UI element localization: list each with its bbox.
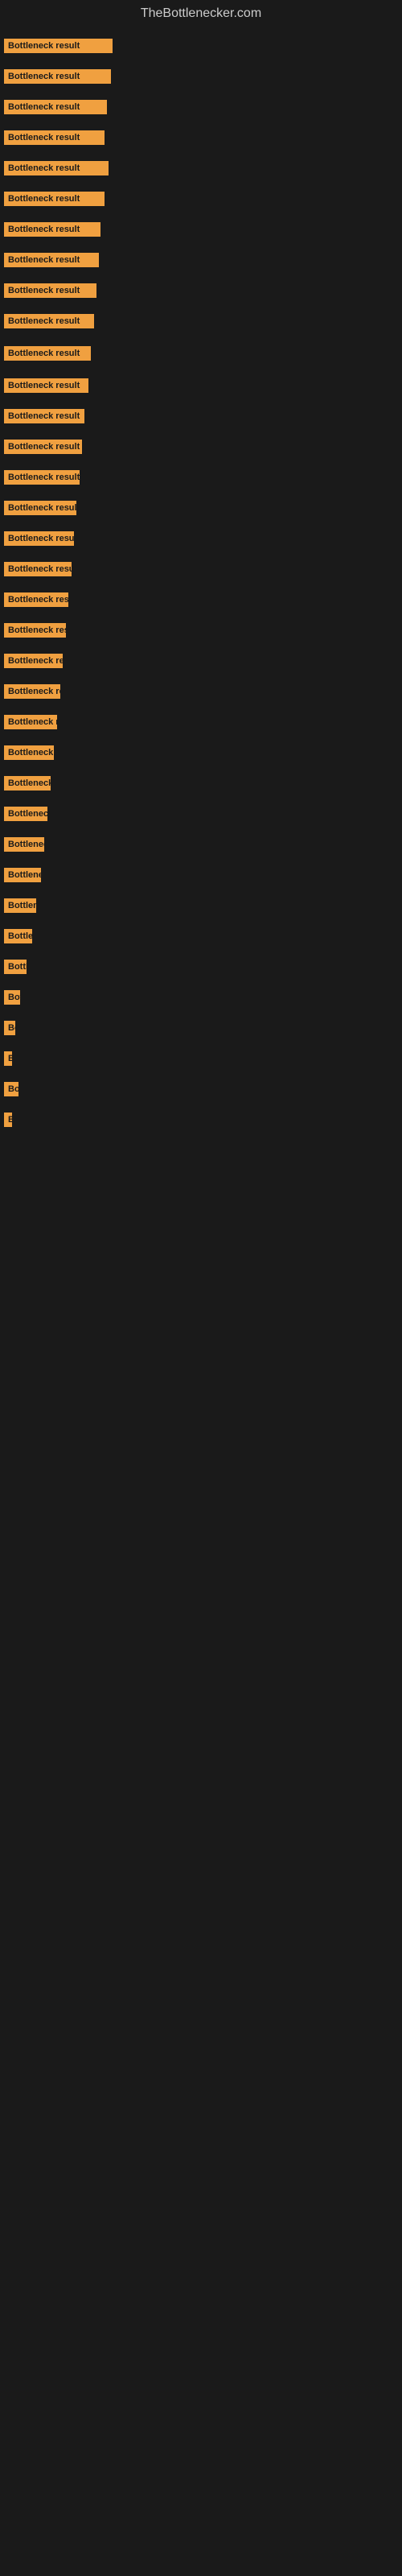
bottleneck-bar: Bottleneck result	[4, 868, 41, 882]
bottleneck-bar: Bottleneck result	[4, 130, 105, 145]
bottleneck-bar: Bottleneck result	[4, 161, 109, 175]
bottleneck-bar: Bottleneck result	[4, 1021, 15, 1035]
bottleneck-bar: Bottleneck result	[4, 837, 44, 852]
bottleneck-label: Bottleneck result	[4, 654, 63, 668]
bottleneck-label: Bottleneck result	[4, 745, 54, 760]
bottleneck-bar: Bottleneck result	[4, 440, 82, 454]
bottleneck-label: Bottleneck result	[4, 39, 113, 53]
bottleneck-label: Bottleneck result	[4, 222, 100, 237]
bottleneck-bar: Bottleneck result	[4, 409, 84, 423]
bottleneck-label: Bottleneck result	[4, 283, 96, 298]
bottleneck-label: Bottleneck result	[4, 929, 32, 943]
bottleneck-label: Bottleneck result	[4, 623, 66, 638]
bottleneck-label: Bottleneck result	[4, 592, 68, 607]
bottleneck-bar: Bottleneck result	[4, 378, 88, 393]
bottleneck-label: Bottleneck result	[4, 776, 51, 791]
bottleneck-bar: Bottleneck result	[4, 623, 66, 638]
bottleneck-label: Bottleneck result	[4, 531, 74, 546]
bottleneck-bar: Bottleneck result	[4, 562, 72, 576]
bottleneck-bar: Bottleneck result	[4, 346, 91, 361]
bottleneck-bar: Bottleneck result	[4, 807, 47, 821]
bottleneck-label: Bottleneck result	[4, 409, 84, 423]
bottleneck-label: Bottleneck result	[4, 1051, 12, 1066]
bottleneck-bar: Bottleneck result	[4, 253, 99, 267]
bottleneck-bar: Bottleneck result	[4, 684, 60, 699]
bottleneck-label: Bottleneck result	[4, 130, 105, 145]
bottleneck-bar: Bottleneck result	[4, 776, 51, 791]
bottleneck-label: Bottleneck result	[4, 69, 111, 84]
bottleneck-bar: Bottleneck result	[4, 100, 107, 114]
bottleneck-bar: Bottleneck result	[4, 69, 111, 84]
bottleneck-label: Bottleneck result	[4, 314, 94, 328]
bottleneck-label: Bottleneck result	[4, 715, 57, 729]
bottleneck-label: Bottleneck result	[4, 161, 109, 175]
bottleneck-bar: Bottleneck result	[4, 501, 76, 515]
bottleneck-bar: Bottleneck result	[4, 1082, 18, 1096]
bottleneck-bar: Bottleneck result	[4, 715, 57, 729]
bottleneck-label: Bottleneck result	[4, 684, 60, 699]
bottleneck-label: Bottleneck result	[4, 1082, 18, 1096]
bottleneck-label: Bottleneck result	[4, 807, 47, 821]
bottleneck-bar: Bottleneck result	[4, 1113, 12, 1127]
bottleneck-bar: Bottleneck result	[4, 283, 96, 298]
bottleneck-label: Bottleneck result	[4, 562, 72, 576]
bottleneck-bar: Bottleneck result	[4, 531, 74, 546]
bottleneck-bar: Bottleneck result	[4, 960, 27, 974]
bottleneck-bar: Bottleneck result	[4, 39, 113, 53]
bottleneck-bar: Bottleneck result	[4, 745, 54, 760]
bottleneck-bar: Bottleneck result	[4, 222, 100, 237]
bottleneck-label: Bottleneck result	[4, 837, 44, 852]
bottleneck-label: Bottleneck result	[4, 898, 36, 913]
bottleneck-label: Bottleneck result	[4, 990, 20, 1005]
bottleneck-label: Bottleneck result	[4, 253, 99, 267]
bottleneck-label: Bottleneck result	[4, 960, 27, 974]
bottleneck-bar: Bottleneck result	[4, 654, 63, 668]
bottleneck-label: Bottleneck result	[4, 868, 41, 882]
bottleneck-bar: Bottleneck result	[4, 990, 20, 1005]
bottleneck-label: Bottleneck result	[4, 1021, 15, 1035]
bottleneck-bar: Bottleneck result	[4, 929, 32, 943]
bottleneck-label: Bottleneck result	[4, 378, 88, 393]
bottleneck-label: Bottleneck result	[4, 440, 82, 454]
bottleneck-label: Bottleneck result	[4, 100, 107, 114]
site-title: TheBottlenecker.com	[0, 0, 402, 24]
bottleneck-label: Bottleneck result	[4, 501, 76, 515]
bottleneck-label: Bottleneck result	[4, 192, 105, 206]
bottleneck-bar: Bottleneck result	[4, 898, 36, 913]
bottleneck-label: Bottleneck result	[4, 470, 80, 485]
bottleneck-label: Bottleneck result	[4, 346, 91, 361]
bottleneck-label: Bottleneck result	[4, 1113, 12, 1127]
bottleneck-bar: Bottleneck result	[4, 1051, 12, 1066]
bottleneck-bar: Bottleneck result	[4, 192, 105, 206]
bottleneck-bar: Bottleneck result	[4, 470, 80, 485]
bottleneck-bar: Bottleneck result	[4, 592, 68, 607]
bottleneck-bar: Bottleneck result	[4, 314, 94, 328]
